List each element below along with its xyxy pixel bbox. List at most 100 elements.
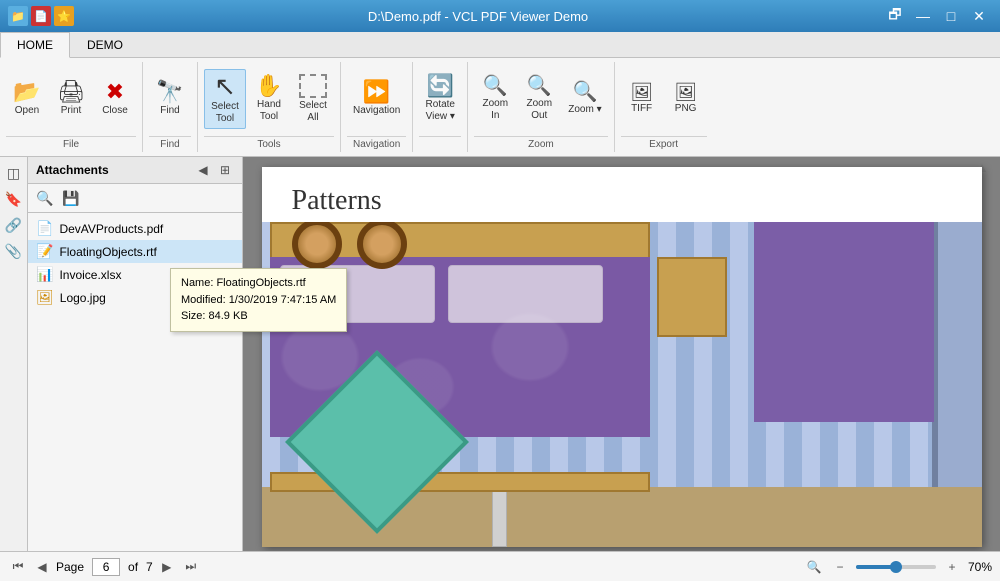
zoom-minus-button[interactable]: − [830, 557, 850, 577]
total-pages: 7 [146, 560, 153, 574]
ribbon-panel: HOME DEMO 📂 Open 🖨 Print ✖ Close [0, 32, 1000, 157]
select-all-button[interactable]: SelectAll [292, 70, 334, 128]
tab-home[interactable]: HOME [0, 32, 70, 58]
select-all-icon [299, 74, 327, 98]
left-icon-strip: ◫ 🔖 🔗 📎 [0, 157, 28, 551]
pdf-page-title: Patterns [292, 185, 382, 217]
tiff-icon: 🖼 [630, 83, 653, 101]
find-button[interactable]: 🔭 Find [149, 77, 191, 121]
open-button[interactable]: 📂 Open [6, 77, 48, 121]
file-item-devav[interactable]: 📄 DevAVProducts.pdf [28, 217, 242, 240]
rotate-view-button[interactable]: 🔄 RotateView ▾ [419, 71, 461, 127]
of-label: of [128, 560, 138, 574]
zoom-plus-button[interactable]: + [942, 557, 962, 577]
png-label: PNG [675, 103, 697, 115]
navigation-buttons: ⏩ Navigation [347, 62, 406, 136]
sidebar-collapse-button[interactable]: ◀ [194, 161, 212, 179]
hand-tool-icon: ✋ [255, 75, 282, 97]
export-buttons: 🖼 TIFF 🖼 PNG [621, 62, 707, 136]
prev-page-button[interactable]: ◀ [32, 557, 52, 577]
titlebar-icons: 📁 📄 ⭐ [8, 6, 74, 26]
hand-tool-label: HandTool [257, 99, 281, 123]
hand-tool-button[interactable]: ✋ HandTool [248, 71, 290, 127]
pdf-icon: 📄 [31, 6, 51, 26]
tab-demo[interactable]: DEMO [70, 32, 140, 57]
ribbon-group-find: 🔭 Find Find [143, 62, 198, 152]
zoom-group-label: zoom [474, 136, 607, 152]
zoom-out-button[interactable]: 🔍 ZoomOut [518, 72, 560, 126]
ribbon-group-file: 📂 Open 🖨 Print ✖ Close File [0, 62, 143, 152]
pdf-content: Patterns [262, 167, 982, 547]
zoom-slider-thumb [890, 561, 902, 573]
panel-icon-3[interactable]: 🔗 [2, 213, 26, 237]
png-button[interactable]: 🖼 PNG [665, 79, 707, 119]
sidebar-save-button[interactable]: 💾 [60, 187, 82, 209]
first-page-button[interactable]: ⏮ [8, 557, 28, 577]
rotate-view-label: RotateView ▾ [426, 99, 455, 123]
ribbon-group-export: 🖼 TIFF 🖼 PNG export [615, 62, 713, 152]
sidebar-search-button[interactable]: 🔍 [34, 187, 56, 209]
page-number-input[interactable]: 6 [92, 558, 120, 576]
zoom-controls: 🔍 − + 70% [804, 557, 992, 577]
file-item-floating[interactable]: 📝 FloatingObjects.rtf [28, 240, 242, 263]
find-label: Find [160, 105, 179, 117]
zoom-dropdown-button[interactable]: 🔍 Zoom ▾ [562, 78, 607, 120]
tooltip-size: Size: 84.9 KB [181, 308, 336, 325]
panel-icon-4[interactable]: 📎 [2, 239, 26, 263]
select-all-label: SelectAll [299, 100, 327, 124]
zoom-in-button[interactable]: 🔍 ZoomIn [474, 72, 516, 126]
sidebar-header: Attachments ◀ ⊞ [28, 157, 242, 184]
attachments-sidebar: Attachments ◀ ⊞ 🔍 💾 📄 DevAVProducts.pdf … [28, 157, 243, 551]
circle-deco-left [292, 222, 342, 269]
zoom-out-icon: 🔍 [527, 76, 552, 96]
tooltip-name: Name: FloatingObjects.rtf [181, 275, 336, 292]
zoom-buttons: 🔍 ZoomIn 🔍 ZoomOut 🔍 Zoom ▾ [474, 62, 607, 136]
navigation-group-label: navigation [347, 136, 406, 152]
sidebar-title: Attachments [36, 163, 109, 177]
print-label: Print [61, 105, 82, 117]
ribbon-group-tools: ↖ SelectTool ✋ HandTool SelectAll Tools [198, 62, 341, 152]
right-bed-area [754, 222, 934, 422]
zoom-out-label: ZoomOut [526, 98, 552, 122]
sidebar-expand-button[interactable]: ⊞ [216, 161, 234, 179]
print-button[interactable]: 🖨 Print [50, 77, 92, 121]
window-title: D:\Demo.pdf - VCL PDF Viewer Demo [368, 9, 588, 24]
pdf-view-area: Patterns [243, 157, 1000, 551]
ribbon-group-navigation: ⏩ Navigation navigation [341, 62, 413, 152]
open-icon: 📂 [13, 81, 40, 103]
star-icon: ⭐ [54, 6, 74, 26]
room-background [262, 222, 982, 547]
maximize-button[interactable]: □ [938, 5, 964, 27]
find-group-label: Find [149, 136, 191, 152]
navigation-icon: ⏩ [363, 81, 390, 103]
restore-button[interactable]: 🗗 [882, 5, 908, 27]
page-navigation: ⏮ ◀ Page 6 of 7 ▶ ⏭ [8, 557, 201, 577]
file-name-invoice: Invoice.xlsx [59, 268, 121, 282]
minimize-button[interactable]: — [910, 5, 936, 27]
tiff-label: TIFF [631, 103, 652, 115]
rotate-view-icon: 🔄 [427, 75, 454, 97]
select-tool-button[interactable]: ↖ SelectTool [204, 69, 246, 129]
headboard [270, 222, 650, 260]
nightstand-right [657, 257, 727, 337]
panel-icon-2[interactable]: 🔖 [2, 187, 26, 211]
close-doc-button[interactable]: ✖ Close [94, 77, 136, 121]
titlebar: 📁 📄 ⭐ D:\Demo.pdf - VCL PDF Viewer Demo … [0, 0, 1000, 32]
window-controls: 🗗 — □ ✕ [882, 5, 992, 27]
ribbon: HOME DEMO 📂 Open 🖨 Print ✖ Close [0, 32, 1000, 157]
zoom-dropdown-icon: 🔍 [572, 82, 597, 102]
close-button[interactable]: ✕ [966, 5, 992, 27]
pdf-page: Patterns [262, 167, 982, 547]
panel-icon-1[interactable]: ◫ [2, 161, 26, 185]
navigation-button[interactable]: ⏩ Navigation [347, 77, 406, 121]
next-page-button[interactable]: ▶ [157, 557, 177, 577]
last-page-button[interactable]: ⏭ [181, 557, 201, 577]
zoom-search-button[interactable]: 🔍 [804, 557, 824, 577]
tiff-button[interactable]: 🖼 TIFF [621, 79, 663, 119]
select-tool-icon: ↖ [214, 73, 236, 99]
zoom-dropdown-label: Zoom ▾ [568, 104, 601, 116]
statusbar: ⏮ ◀ Page 6 of 7 ▶ ⏭ 🔍 − + 70% [0, 551, 1000, 581]
zoom-level: 70% [968, 560, 992, 574]
rtf-file-icon: 📝 [36, 243, 53, 260]
zoom-slider[interactable] [856, 565, 936, 569]
